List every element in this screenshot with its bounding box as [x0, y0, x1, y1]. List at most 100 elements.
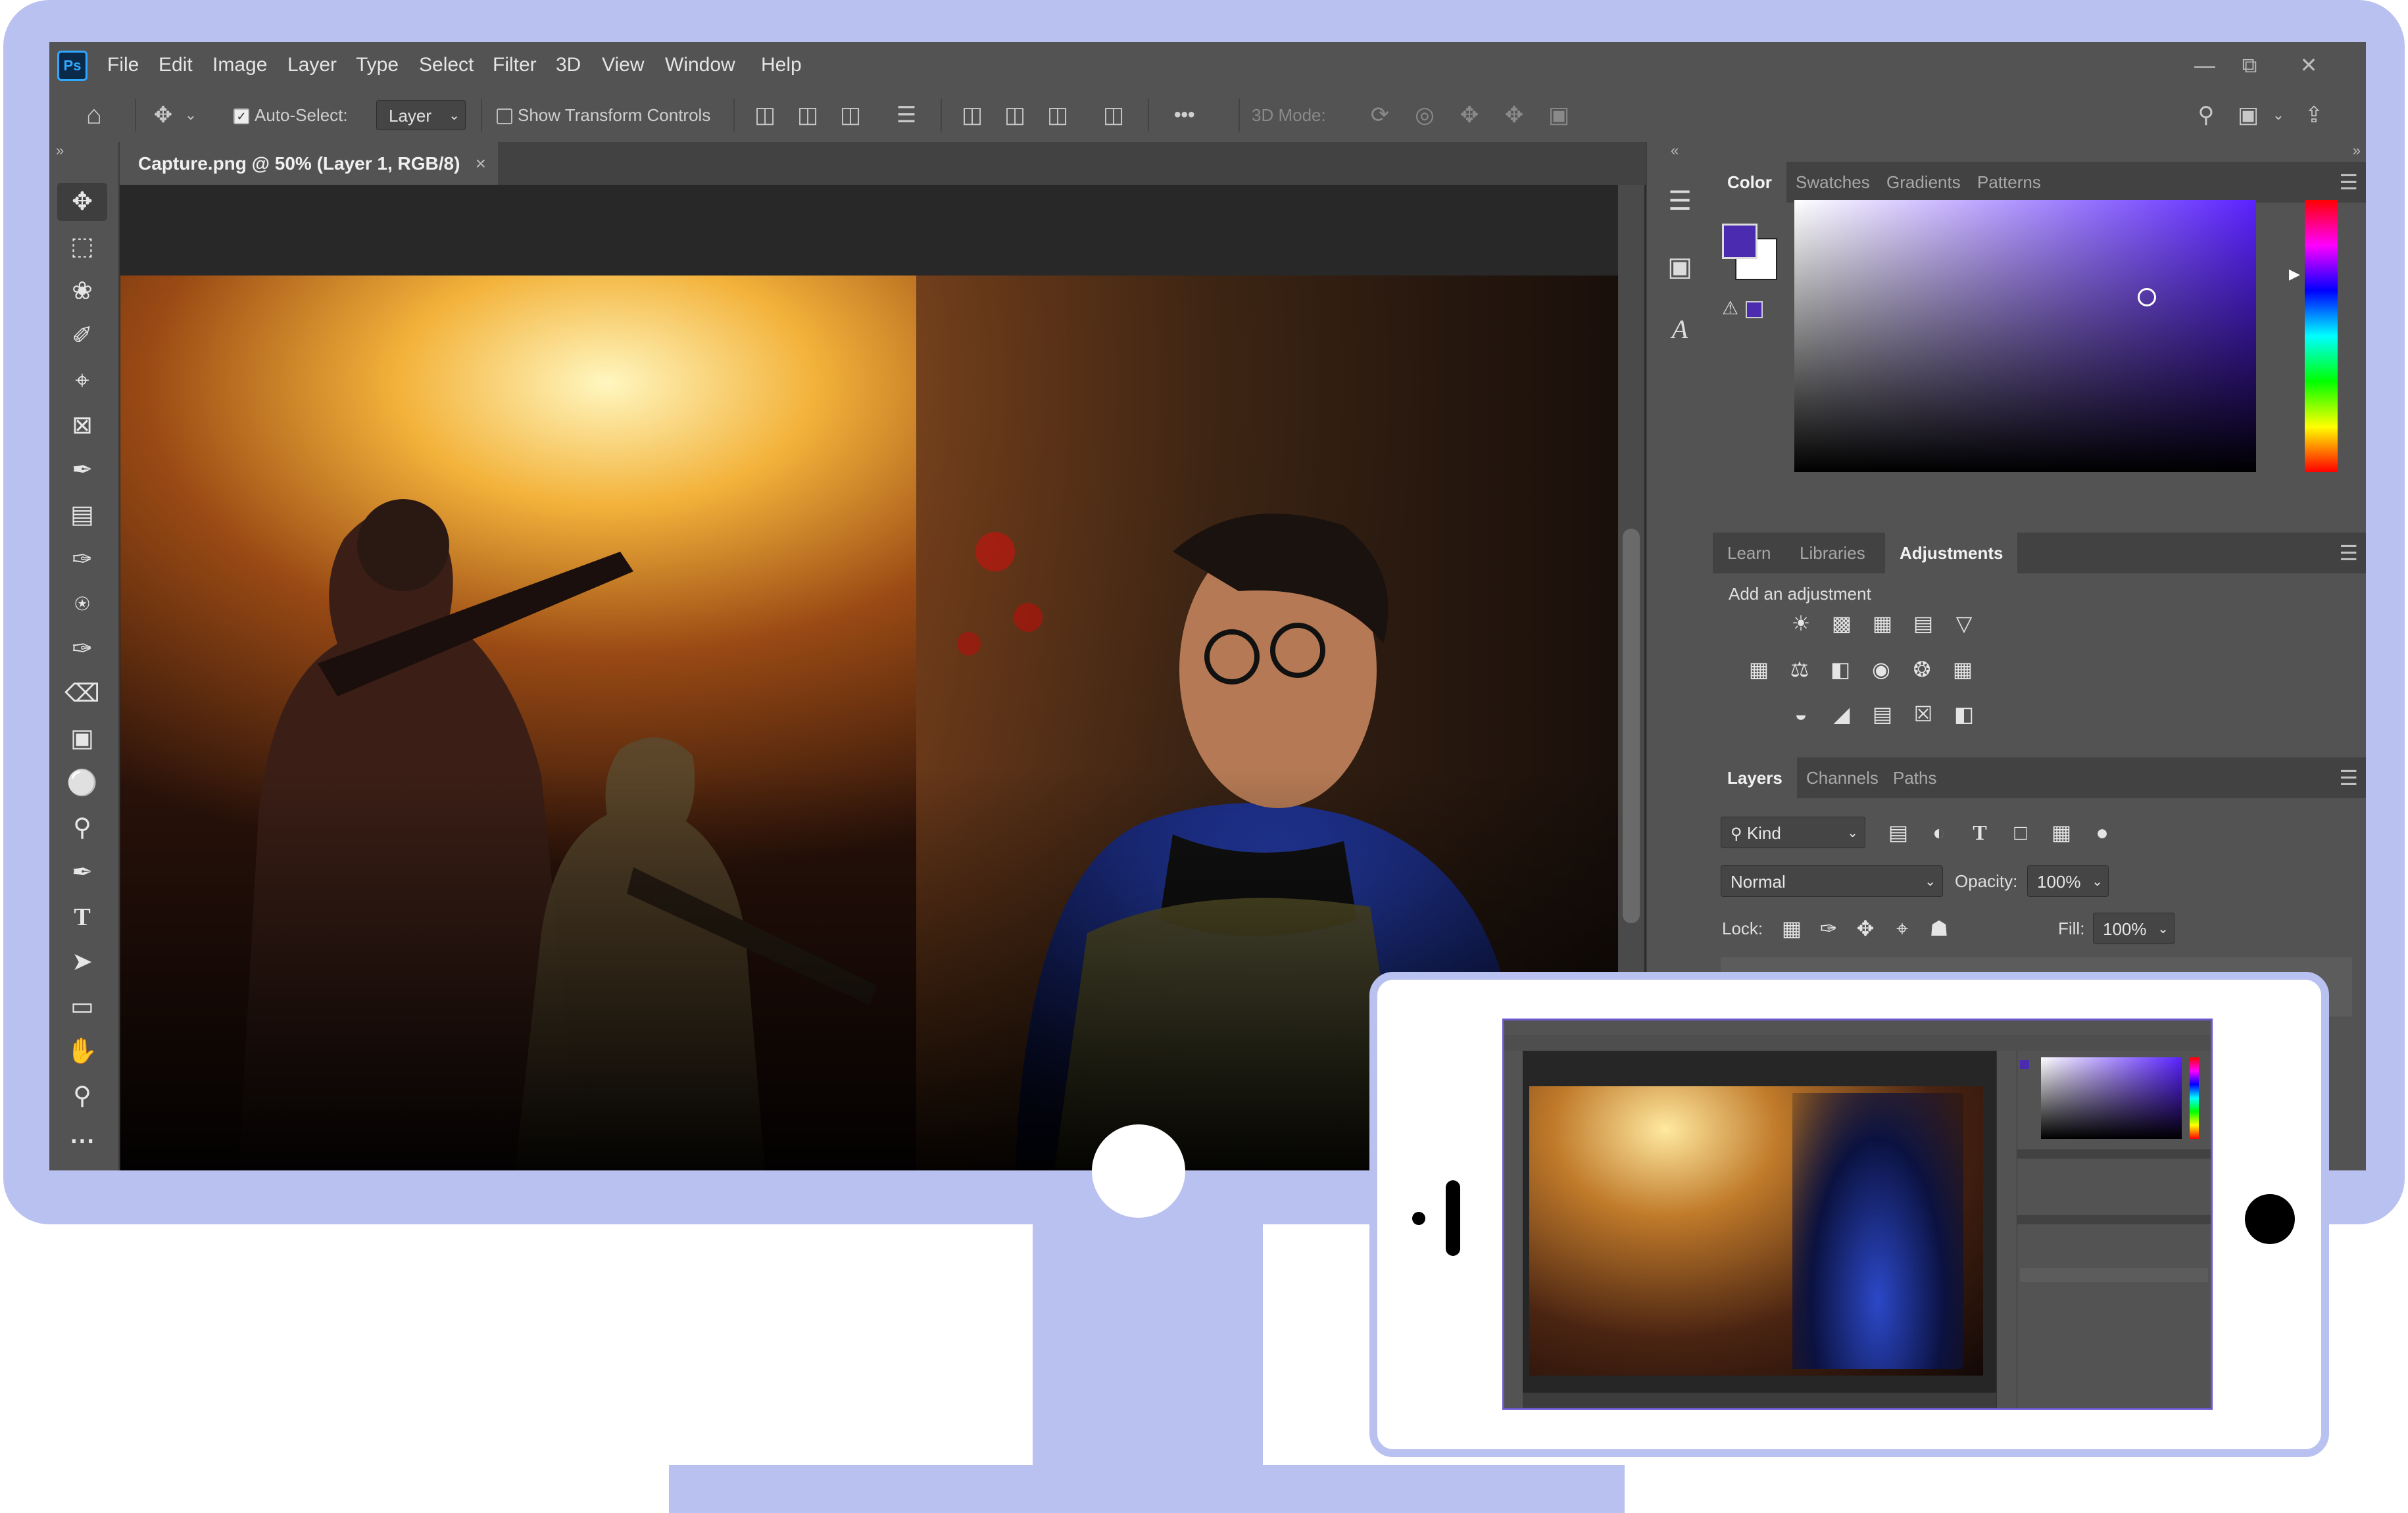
- selective-color-icon[interactable]: ☒: [1909, 700, 1938, 729]
- checkbox-icon[interactable]: [497, 108, 512, 125]
- auto-select-target-dropdown[interactable]: Layer ⌄: [376, 100, 466, 130]
- tab-swatches[interactable]: Swatches: [1781, 162, 1884, 203]
- blend-mode-dropdown[interactable]: Normal ⌄: [1721, 865, 1943, 897]
- photo-filter-icon[interactable]: ◉: [1867, 655, 1896, 684]
- path-selection-tool[interactable]: ➤: [57, 943, 107, 981]
- lock-pixels-icon[interactable]: ✑: [1814, 914, 1843, 943]
- frame-tool[interactable]: ⊠: [57, 406, 107, 444]
- menu-image[interactable]: Image: [212, 42, 267, 88]
- channel-mixer-icon[interactable]: ❂: [1907, 655, 1936, 684]
- curves-icon[interactable]: ▦: [1868, 609, 1897, 638]
- character-icon[interactable]: A: [1660, 310, 1700, 349]
- filter-shape-icon[interactable]: □: [2006, 818, 2035, 847]
- dodge-tool[interactable]: ⚲: [57, 809, 107, 847]
- tab-learn[interactable]: Learn: [1713, 533, 1786, 573]
- share-icon[interactable]: ⇪: [2299, 100, 2329, 130]
- show-transform-checkbox[interactable]: Show Transform Controls: [497, 88, 710, 142]
- expand-panel-icon[interactable]: »: [56, 142, 64, 159]
- layer-filter-dropdown[interactable]: ⚲ Kind ⌄: [1721, 817, 1865, 848]
- tab-libraries[interactable]: Libraries: [1785, 533, 1880, 573]
- lasso-tool[interactable]: ❀: [57, 272, 107, 310]
- menu-edit[interactable]: Edit: [159, 42, 193, 88]
- menu-3d[interactable]: 3D: [556, 42, 581, 88]
- chevron-down-icon[interactable]: ⌄: [176, 100, 206, 130]
- crop-tool[interactable]: ⌖: [57, 362, 107, 400]
- scrollbar-thumb[interactable]: [1623, 529, 1640, 923]
- type-tool[interactable]: T: [57, 898, 107, 936]
- panel-menu-icon[interactable]: ☰: [2339, 162, 2358, 203]
- 3d-orbit-icon[interactable]: ⟳: [1365, 100, 1395, 130]
- threshold-icon[interactable]: ▤: [1868, 700, 1897, 729]
- hand-tool[interactable]: ✋: [57, 1032, 107, 1070]
- black-white-icon[interactable]: ◧: [1826, 655, 1855, 684]
- menu-type[interactable]: Type: [356, 42, 399, 88]
- hue-slider[interactable]: [2305, 200, 2338, 472]
- filter-type-icon[interactable]: T: [1965, 818, 1994, 847]
- gamut-color-swatch[interactable]: [1746, 301, 1763, 318]
- history-brush-tool[interactable]: ✑: [57, 630, 107, 668]
- quick-selection-tool[interactable]: ✐: [57, 317, 107, 355]
- tab-gradients[interactable]: Gradients: [1872, 162, 1975, 203]
- menu-filter[interactable]: Filter: [493, 42, 537, 88]
- levels-icon[interactable]: ▩: [1827, 609, 1856, 638]
- brush-tool[interactable]: ✑: [57, 540, 107, 579]
- align-middle-icon[interactable]: ◫: [1000, 100, 1030, 130]
- 3d-slide-icon[interactable]: ✥: [1499, 100, 1529, 130]
- color-lookup-icon[interactable]: ▦: [1948, 655, 1977, 684]
- foreground-color-swatch[interactable]: [1722, 224, 1757, 259]
- more-tools[interactable]: ⋯: [57, 1122, 107, 1160]
- color-picker-cursor[interactable]: [2138, 288, 2156, 306]
- blur-tool[interactable]: ⚪: [57, 764, 107, 802]
- tab-adjustments[interactable]: Adjustments: [1885, 533, 2018, 573]
- minimize-icon[interactable]: —: [2188, 49, 2221, 82]
- healing-brush-tool[interactable]: ▤: [57, 496, 107, 534]
- auto-select-checkbox[interactable]: ✓ Auto-Select:: [233, 88, 348, 142]
- distribute-vertical-icon[interactable]: ◫: [1098, 100, 1129, 130]
- distribute-icon[interactable]: ☰: [891, 100, 921, 130]
- marquee-tool[interactable]: ⬚: [57, 228, 107, 266]
- opacity-input[interactable]: 100% ⌄: [2027, 865, 2109, 897]
- 3d-pan-icon[interactable]: ✥: [1454, 100, 1485, 130]
- document-tab[interactable]: Capture.png @ 50% (Layer 1, RGB/8) ×: [120, 142, 498, 185]
- clone-stamp-tool[interactable]: ⍟: [57, 585, 107, 623]
- close-icon[interactable]: ✕: [2292, 49, 2325, 82]
- 3d-camera-icon[interactable]: ▣: [1544, 100, 1574, 130]
- lock-all-icon[interactable]: ☗: [1925, 914, 1953, 943]
- more-options-button[interactable]: •••: [1174, 88, 1195, 142]
- gradient-map-icon[interactable]: ◧: [1950, 700, 1978, 729]
- menu-help[interactable]: Help: [761, 42, 802, 88]
- menu-view[interactable]: View: [602, 42, 644, 88]
- exposure-icon[interactable]: ▤: [1909, 609, 1938, 638]
- invert-icon[interactable]: ◒: [1786, 700, 1815, 729]
- tab-channels[interactable]: Channels: [1792, 757, 1893, 798]
- lock-transparent-icon[interactable]: ▦: [1777, 914, 1806, 943]
- pen-tool[interactable]: ✒: [57, 853, 107, 892]
- restore-icon[interactable]: ⧉: [2233, 49, 2266, 82]
- vibrance-icon[interactable]: ▽: [1950, 609, 1978, 638]
- lock-artboard-icon[interactable]: ⌖: [1888, 914, 1917, 943]
- tab-layers[interactable]: Layers: [1713, 757, 1797, 798]
- hue-saturation-icon[interactable]: ▦: [1744, 655, 1773, 684]
- move-tool-icon[interactable]: ✥: [148, 100, 178, 130]
- history-icon[interactable]: ☰: [1660, 181, 1700, 221]
- align-left-icon[interactable]: ◫: [750, 100, 780, 130]
- align-center-icon[interactable]: ◫: [793, 100, 823, 130]
- align-bottom-icon[interactable]: ◫: [1043, 100, 1073, 130]
- lock-position-icon[interactable]: ✥: [1851, 914, 1880, 943]
- rectangle-tool[interactable]: ▭: [57, 988, 107, 1026]
- move-tool[interactable]: ✥: [57, 183, 107, 221]
- 3d-roll-icon[interactable]: ◎: [1410, 100, 1440, 130]
- gradient-tool[interactable]: ▣: [57, 719, 107, 757]
- filter-toggle-icon[interactable]: ●: [2088, 818, 2117, 847]
- close-tab-icon[interactable]: ×: [476, 142, 486, 185]
- brightness-contrast-icon[interactable]: ☀: [1786, 609, 1815, 638]
- color-balance-icon[interactable]: ⚖: [1785, 655, 1814, 684]
- 3d-cube-icon[interactable]: ▣: [1660, 247, 1700, 287]
- workspace-icon[interactable]: ▣: [2233, 100, 2263, 130]
- panel-menu-icon[interactable]: ☰: [2339, 757, 2358, 798]
- fill-input[interactable]: 100% ⌄: [2093, 913, 2175, 944]
- search-icon[interactable]: ⚲: [2191, 100, 2221, 130]
- align-right-icon[interactable]: ◫: [835, 100, 866, 130]
- tab-patterns[interactable]: Patterns: [1963, 162, 2055, 203]
- collapse-panel-icon[interactable]: «: [1671, 142, 1679, 159]
